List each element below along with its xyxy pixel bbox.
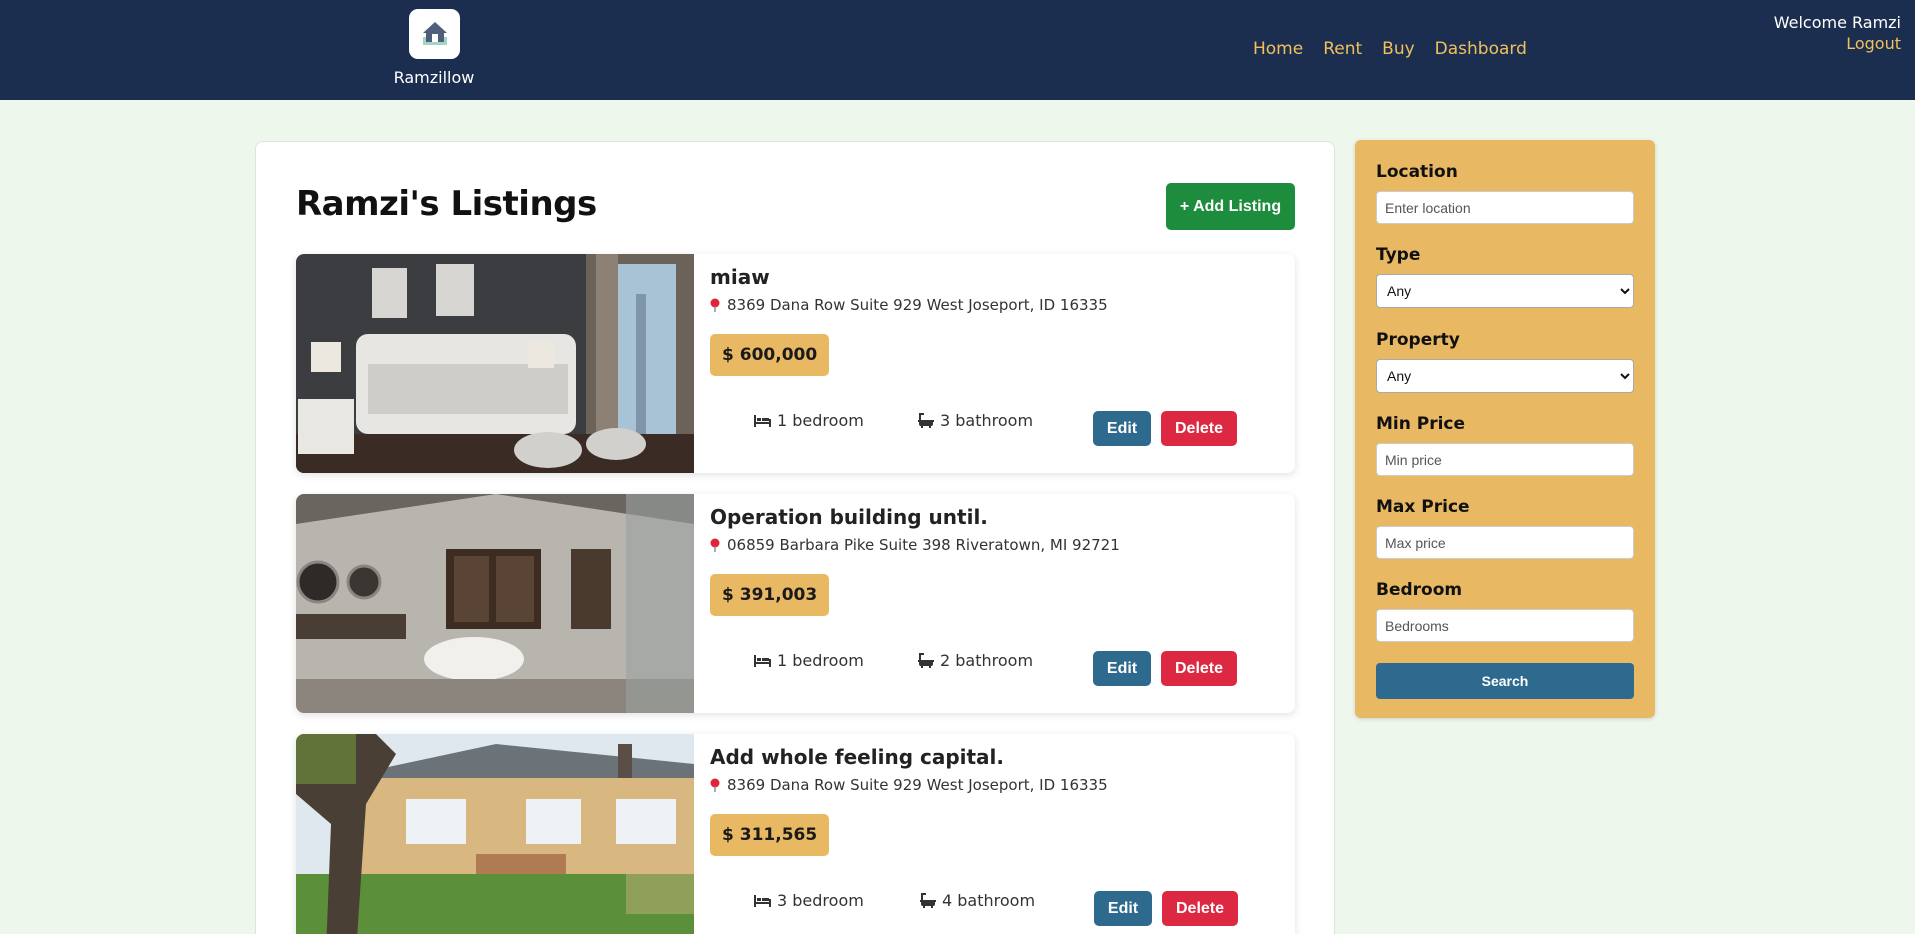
bathtub-icon — [920, 893, 936, 908]
address-text: 8369 Dana Row Suite 929 West Joseport, I… — [727, 296, 1108, 314]
bathtub-icon — [918, 653, 934, 668]
min-price-input[interactable] — [1376, 443, 1634, 476]
type-select[interactable]: Any — [1376, 274, 1634, 308]
bedroom-count: 3 bedroom — [754, 891, 864, 910]
add-listing-button[interactable]: + Add Listing — [1166, 183, 1295, 230]
price-badge: $ 311,565 — [710, 814, 830, 856]
bedroom-input[interactable] — [1376, 609, 1634, 642]
listing-photo-bedroom — [296, 254, 694, 473]
min-price-label: Min Price — [1376, 414, 1466, 434]
welcome-text: Welcome Ramzi — [1773, 13, 1901, 32]
bathroom-count: 3 bathroom — [918, 411, 1033, 430]
top-navbar: Ramzillow Home Rent Buy Dashboard Welcom… — [0, 0, 1915, 100]
bathroom-count: 4 bathroom — [920, 891, 1035, 910]
location-pin-icon — [710, 298, 720, 312]
delete-button[interactable]: Delete — [1161, 411, 1237, 446]
bedroom-text: 1 bedroom — [777, 411, 864, 430]
edit-button[interactable]: Edit — [1093, 411, 1151, 446]
search-filter-panel: Location Type Any Property Any Min Price… — [1355, 140, 1655, 718]
listing-photo-bathroom — [296, 494, 694, 713]
page-title: Ramzi's Listings — [296, 184, 597, 224]
house-logo-icon — [422, 22, 447, 45]
property-select[interactable]: Any — [1376, 359, 1634, 393]
nav-buy-link[interactable]: Buy — [1382, 39, 1415, 59]
bathroom-text: 3 bathroom — [940, 411, 1034, 430]
bathtub-icon — [918, 413, 934, 428]
nav-home-link[interactable]: Home — [1253, 39, 1303, 59]
max-price-input[interactable] — [1376, 526, 1634, 559]
address-text: 8369 Dana Row Suite 929 West Joseport, I… — [727, 776, 1108, 794]
listing-address: 8369 Dana Row Suite 929 West Joseport, I… — [710, 776, 1108, 794]
listing-title[interactable]: miaw — [710, 265, 770, 289]
location-pin-icon — [710, 778, 720, 792]
address-text: 06859 Barbara Pike Suite 398 Riveratown,… — [727, 536, 1120, 554]
property-label: Property — [1376, 330, 1460, 350]
listing-title[interactable]: Operation building until. — [710, 505, 988, 529]
delete-button[interactable]: Delete — [1161, 651, 1237, 686]
listing-card[interactable]: miaw 8369 Dana Row Suite 929 West Josepo… — [296, 254, 1295, 473]
bedroom-count: 1 bedroom — [754, 651, 864, 670]
search-button[interactable]: Search — [1376, 663, 1634, 699]
listing-title[interactable]: Add whole feeling capital. — [710, 745, 1004, 769]
location-label: Location — [1376, 162, 1458, 182]
bathroom-text: 4 bathroom — [942, 891, 1036, 910]
bedroom-text: 3 bedroom — [777, 891, 864, 910]
user-greeting: Welcome Ramzi Logout — [1774, 12, 1901, 54]
listing-card[interactable]: Operation building until. 06859 Barbara … — [296, 494, 1295, 713]
listing-card[interactable]: Add whole feeling capital. 8369 Dana Row… — [296, 734, 1295, 934]
bedroom-label: Bedroom — [1376, 580, 1463, 600]
logo[interactable] — [409, 9, 460, 59]
bed-icon — [754, 414, 771, 427]
nav-rent-link[interactable]: Rent — [1323, 39, 1362, 59]
edit-button[interactable]: Edit — [1094, 891, 1152, 926]
max-price-label: Max Price — [1376, 497, 1470, 517]
bedroom-count: 1 bedroom — [754, 411, 864, 430]
price-badge: $ 391,003 — [710, 574, 830, 616]
bathroom-count: 2 bathroom — [918, 651, 1033, 670]
listing-address: 8369 Dana Row Suite 929 West Joseport, I… — [710, 296, 1108, 314]
listing-address: 06859 Barbara Pike Suite 398 Riveratown,… — [710, 536, 1120, 554]
bedroom-text: 1 bedroom — [777, 651, 864, 670]
price-badge: $ 600,000 — [710, 334, 830, 376]
type-label: Type — [1376, 245, 1421, 265]
nav-dashboard-link[interactable]: Dashboard — [1435, 39, 1527, 59]
location-pin-icon — [710, 538, 720, 552]
main-nav: Home Rent Buy Dashboard — [1253, 39, 1547, 59]
listings-panel: Ramzi's Listings + Add Listing miaw 8369… — [255, 141, 1335, 934]
edit-button[interactable]: Edit — [1093, 651, 1151, 686]
logout-link[interactable]: Logout — [1774, 33, 1901, 54]
brand-name[interactable]: Ramzillow — [374, 68, 494, 87]
delete-button[interactable]: Delete — [1162, 891, 1238, 926]
bed-icon — [754, 654, 771, 667]
location-input[interactable] — [1376, 191, 1634, 224]
listing-photo-house — [296, 734, 694, 934]
bed-icon — [754, 894, 771, 907]
bathroom-text: 2 bathroom — [940, 651, 1034, 670]
